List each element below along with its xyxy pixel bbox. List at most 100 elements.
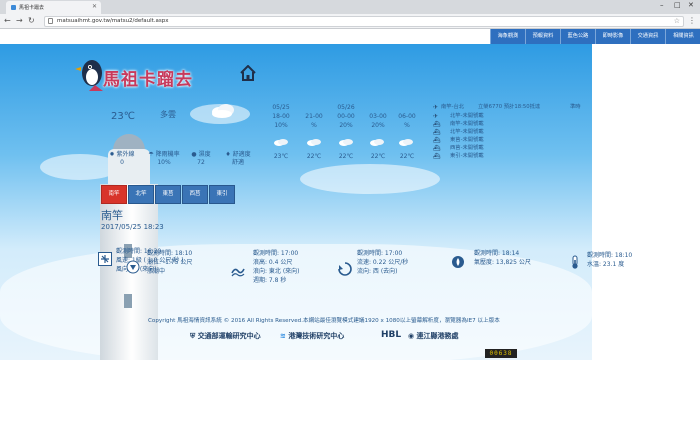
cloudy-icon <box>307 139 321 146</box>
droplet-icon: ● <box>191 151 197 158</box>
area-button-nangan[interactable]: 南竿 <box>101 185 127 204</box>
current-icon <box>338 262 352 276</box>
maximize-icon[interactable]: □ <box>674 1 681 9</box>
current-temperature: 23℃ <box>111 111 135 122</box>
forecast-col-1: 05/25 18-00 10% <box>268 103 294 130</box>
area-button-xiju[interactable]: 西莒 <box>182 185 208 204</box>
forecast-temp: 22℃ <box>306 153 322 160</box>
humidity: ● 濕度 72 <box>186 151 216 167</box>
lighthouse-window <box>124 294 132 308</box>
tab-close-icon[interactable]: ✕ <box>92 3 97 10</box>
obs-line: 觀測時間: 18:10 <box>147 250 193 257</box>
location-title: 南竿 <box>101 209 123 222</box>
obs-line: 週期: 7.8 秒 <box>253 277 287 284</box>
forecast-col-4: 03-00 20% <box>365 103 391 130</box>
browser-toolbar: ← → ↻ matsuaihmt.gov.tw/matsu2/default.a… <box>0 14 700 29</box>
plane-icon: ✈ <box>433 104 439 111</box>
ship-icon: ⛴ <box>433 137 441 144</box>
partner-logo[interactable]: HBL <box>381 330 401 340</box>
stat-label: 濕度 <box>198 151 211 158</box>
partner-name: 連江縣港務處 <box>416 332 459 340</box>
sun-icon: ✹ <box>109 151 115 158</box>
nav-related-info[interactable]: 相關資訊 <box>665 29 700 44</box>
route-header: 南竿-台北 <box>441 104 465 110</box>
obs-line: 水溫: 23.1 度 <box>587 261 625 268</box>
route-item[interactable]: 東莒-未開號載 <box>450 137 484 144</box>
route-item[interactable]: 南竿-未開號載 <box>450 121 484 128</box>
forecast-col-5: 06-00 % <box>394 103 420 130</box>
nav-ocean-observation[interactable]: 海象觀測 <box>490 29 525 44</box>
reload-icon[interactable]: ↻ <box>28 16 35 25</box>
forecast-col-3: 05/26 00-00 20% <box>333 103 359 130</box>
tide-icon <box>126 260 140 274</box>
nav-traffic-info[interactable]: 交通資訊 <box>630 29 665 44</box>
forward-icon[interactable]: → <box>16 16 23 25</box>
obs-line: 流向: 西 (去向) <box>357 268 398 275</box>
rain-probability: ☂ 降雨機率 10% <box>144 151 184 167</box>
nav-blue-highway[interactable]: 藍色公路 <box>560 29 595 44</box>
forecast-time: 21-00 <box>305 113 323 120</box>
obs-line: 浪向: 東北 (來向) <box>253 268 300 275</box>
forecast-date <box>365 103 391 112</box>
stat-label: 降雨機率 <box>155 151 180 158</box>
address-bar[interactable]: matsuaihmt.gov.tw/matsu2/default.aspx ☆ <box>44 16 684 27</box>
observation-water-temp: 觀測時間: 18:10 水溫: 23.1 度 <box>587 251 632 269</box>
obs-line: 觀測時間: 17:00 <box>253 250 299 257</box>
cloudy-icon <box>399 139 413 146</box>
area-button-beigan[interactable]: 北竿 <box>128 185 154 204</box>
forecast-pop: 10% <box>274 122 288 129</box>
nav-live-video[interactable]: 即時影像 <box>595 29 630 44</box>
ship-icon: ⛴ <box>433 121 441 128</box>
forecast-date <box>394 103 420 112</box>
forecast-pop: 20% <box>339 122 353 129</box>
tab-favicon-icon <box>11 5 16 10</box>
partner-logo[interactable]: ◉ 連江縣港務處 <box>408 331 459 341</box>
forecast-date: 05/26 <box>337 104 355 111</box>
comfort: ♦ 舒適度 舒適 <box>220 151 256 167</box>
route-item[interactable]: 西莒-未開號載 <box>450 145 484 152</box>
browser-tab[interactable]: 馬祖卡蹓去 ✕ <box>6 1 101 14</box>
stat-label: 紫外線 <box>116 151 135 158</box>
pressure-icon <box>452 256 464 268</box>
back-icon[interactable]: ← <box>4 16 11 25</box>
obs-line: 氣壓度: 13,825 公尺 <box>474 259 531 266</box>
area-button-dongyin[interactable]: 東引 <box>209 185 235 204</box>
nav-forecast[interactable]: 預報資料 <box>525 29 560 44</box>
route-item[interactable]: 北竿-未開號載 <box>450 129 484 136</box>
partner-logo[interactable]: ≋ 港灣技術研究中心 <box>280 331 344 341</box>
area-button-dongju[interactable]: 東莒 <box>155 185 181 204</box>
cloudy-icon <box>212 104 234 118</box>
cloud-decoration <box>300 164 440 194</box>
forecast-pop: % <box>404 122 410 129</box>
forecast-temp: 22℃ <box>399 153 415 160</box>
close-window-icon[interactable]: ✕ <box>688 1 694 9</box>
partner-name: HBL <box>381 330 402 340</box>
tab-title: 馬祖卡蹓去 <box>19 5 45 11</box>
port-logo-icon: ◉ <box>408 332 415 340</box>
ship-icon: ⛴ <box>433 153 441 160</box>
bookmark-star-icon[interactable]: ☆ <box>674 17 680 25</box>
house-icon[interactable] <box>240 65 256 81</box>
shield-icon: ⛨ <box>190 332 196 340</box>
page-info-icon[interactable] <box>48 18 53 24</box>
browser-menu-icon[interactable]: ⋮ <box>688 16 696 25</box>
forecast-time: 18-00 <box>272 113 290 120</box>
partner-logo[interactable]: ⛨ 交通部運輸研究中心 <box>190 331 261 341</box>
partner-name: 交通部運輸研究中心 <box>197 332 261 340</box>
obs-line: 觀測時間: 17:00 <box>357 250 403 257</box>
cloudy-icon <box>274 139 288 146</box>
obs-line: 觀測時間: 18:10 <box>587 252 633 259</box>
route-item[interactable]: 東引-未開號載 <box>450 153 484 160</box>
forecast-col-2: 21-00 % <box>301 103 327 130</box>
forecast-time: 03-00 <box>369 113 387 120</box>
route-item[interactable]: 北竿-未開號載 <box>450 113 484 120</box>
forecast-date <box>301 103 327 112</box>
obs-line: 漲潮中 <box>147 268 166 275</box>
minimize-icon[interactable]: – <box>660 1 664 9</box>
forecast-time: 00-00 <box>337 113 355 120</box>
person-icon: ♦ <box>225 151 231 158</box>
copyright-text: Copyright 馬祖海情資訊系統 © 2016 All Rights Res… <box>148 318 500 324</box>
stat-value: 舒適 <box>231 159 244 166</box>
site-logo[interactable]: 馬祖卡蹓去 <box>75 57 235 97</box>
forecast-temp: 22℃ <box>370 153 386 160</box>
